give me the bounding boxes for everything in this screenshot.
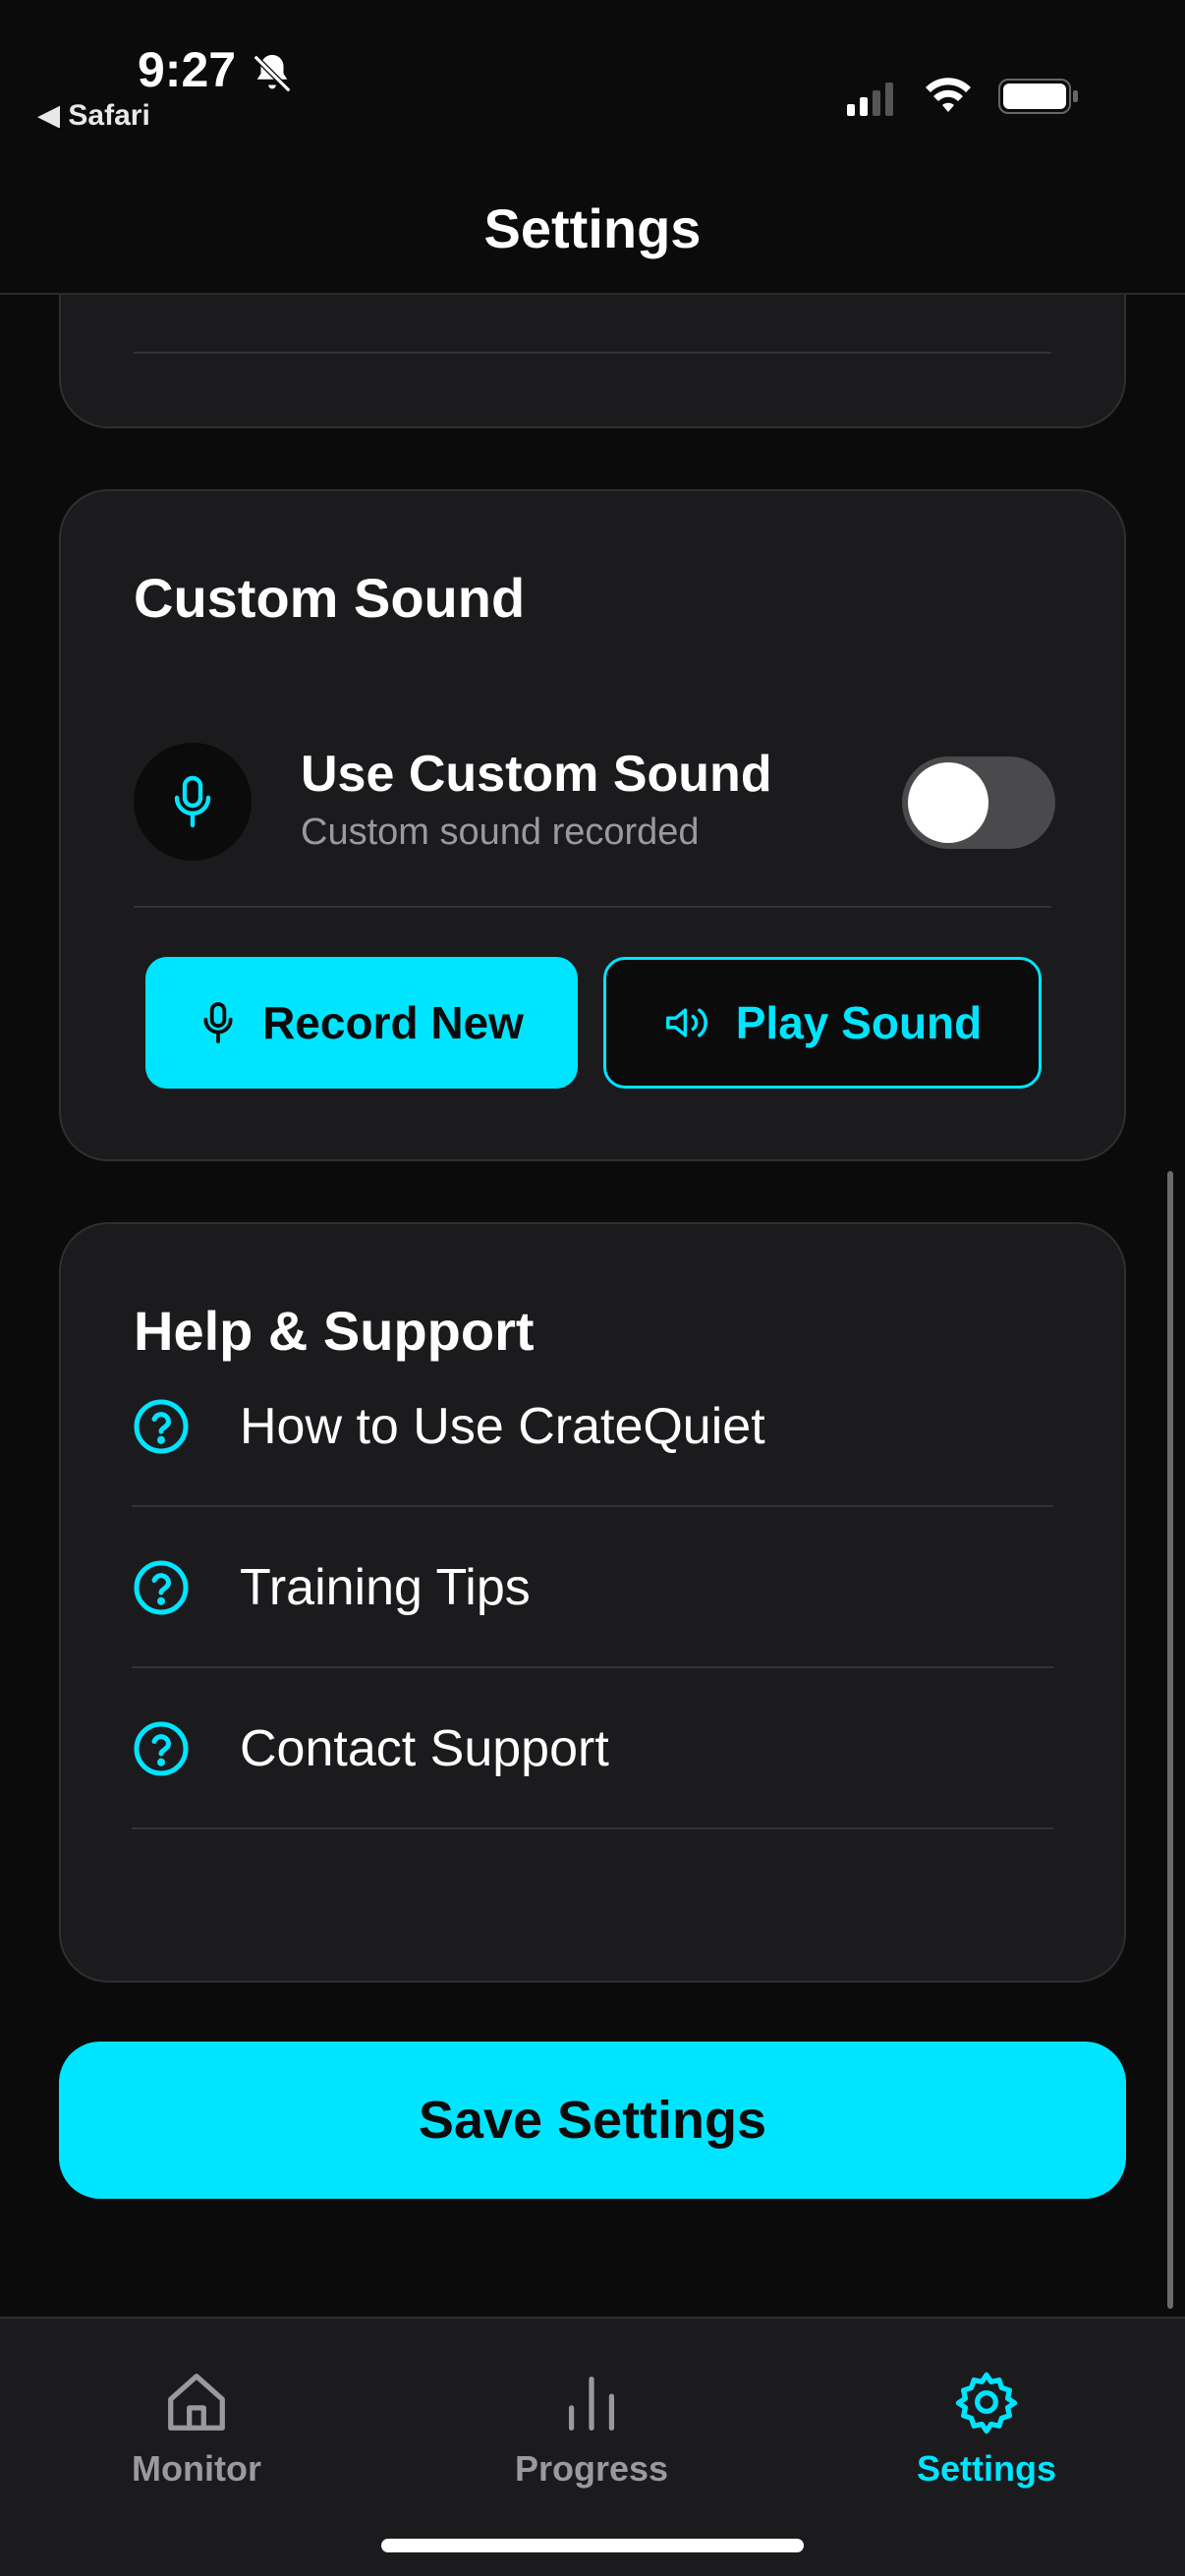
save-settings-button[interactable]: Save Settings [59,2042,1126,2199]
custom-sound-title: Custom Sound [134,567,526,629]
tab-monitor[interactable]: Monitor [49,2368,344,2505]
tab-monitor-label: Monitor [132,2448,261,2489]
cellular-signal-icon [847,83,893,116]
scrollbar[interactable] [1167,1171,1173,2309]
record-new-label: Record New [262,997,524,1048]
tab-progress-label: Progress [514,2448,669,2489]
help-item-label: Training Tips [240,1559,531,1616]
row-divider [132,1827,1053,1829]
question-circle-icon [134,1560,189,1615]
battery-icon [998,79,1078,114]
navigation-header: Settings [0,128,1185,295]
tab-progress[interactable]: Progress [444,2368,739,2505]
custom-sound-status: Custom sound recorded [301,812,700,853]
speaker-icon [665,1008,707,1037]
play-sound-button[interactable]: Play Sound [603,957,1042,1089]
help-item-label: Contact Support [240,1720,609,1777]
help-item-how-to-use[interactable]: How to Use CrateQuiet [132,1346,1053,1507]
status-time: 9:27 [138,42,237,97]
use-custom-sound-label: Use Custom Sound [301,746,772,803]
row-divider [134,906,1051,908]
question-circle-icon [134,1399,189,1454]
microphone-icon [203,1002,233,1043]
help-item-label: How to Use CrateQuiet [240,1398,765,1455]
row-divider [134,352,1051,354]
microphone-icon-circle [134,743,252,861]
bar-chart-icon [568,2377,615,2431]
tab-settings-label: Settings [916,2448,1056,2489]
toggle-knob [908,762,988,843]
status-bar: 9:27 ◀ Safari [0,0,1185,132]
wifi-icon [926,78,971,112]
page-title: Settings [483,197,702,259]
bell-slash-icon [253,54,292,93]
tab-bar: Monitor Progress Settings [0,2317,1185,2576]
gear-icon [955,2372,1018,2435]
tab-settings[interactable]: Settings [839,2368,1134,2505]
help-item-training-tips[interactable]: Training Tips [132,1507,1053,1668]
record-new-button[interactable]: Record New [145,957,578,1089]
use-custom-sound-toggle[interactable] [902,756,1055,849]
question-circle-icon [134,1721,189,1776]
help-item-contact-support[interactable]: Contact Support [132,1668,1053,1829]
home-icon [168,2374,225,2431]
home-indicator[interactable] [381,2539,804,2552]
custom-sound-card: Custom Sound Use Custom Sound Custom sou… [59,489,1126,1161]
play-sound-label: Play Sound [735,997,983,1048]
microphone-icon [174,775,211,828]
